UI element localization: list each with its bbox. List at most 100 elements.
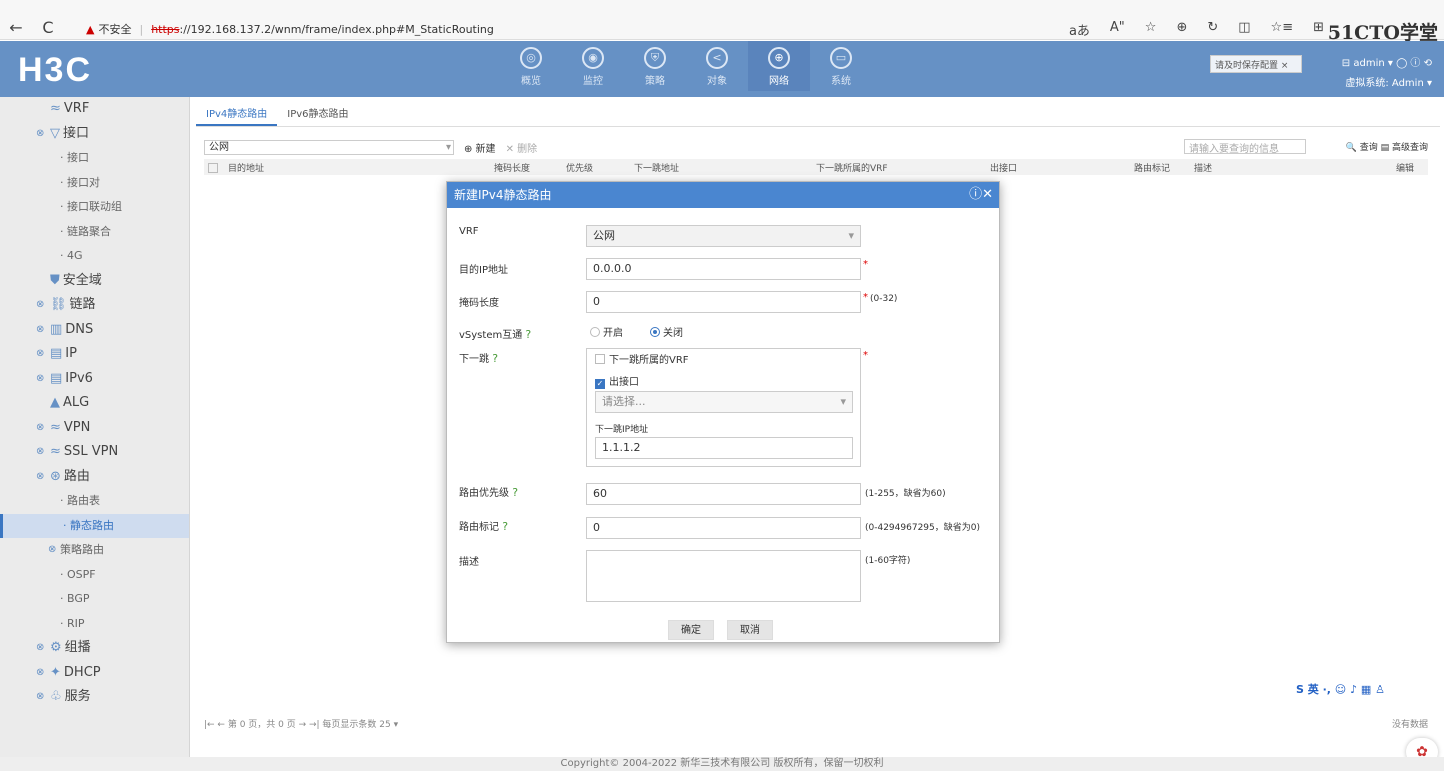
back-button[interactable]: ← [2,18,30,37]
help-icon[interactable]: ? [525,328,531,341]
expand-icon[interactable]: ⊗ [36,367,44,391]
sidebar-item[interactable]: ⊗ ♧ 服务 [0,685,189,710]
top-nav-item[interactable]: ◉ 监控 [562,47,624,91]
checkbox-label: 出接口 [609,377,639,388]
sidebar-item[interactable]: · 接口对 [0,171,189,196]
expand-icon[interactable]: ⊗ [36,293,44,317]
sidebar-item[interactable]: ⊗ ≈ VPN [0,416,189,441]
expand-icon[interactable]: ⊗ [48,538,56,562]
help-icon[interactable]: ? [492,352,498,365]
new-button[interactable]: ⊕ 新建 [464,140,496,155]
sidebar-item[interactable]: · RIP [0,612,189,637]
cancel-button[interactable]: 取消 [727,620,773,640]
vsystem-radio-off[interactable]: 关闭 [650,324,683,339]
reload-button[interactable]: C [34,18,62,37]
pagination[interactable]: |← ← 第 0 页，共 0 页 → →| 每页显示条数 25 ▾ [204,717,398,730]
vrf-field[interactable]: 公网 ▾ [586,225,861,247]
browser-icon[interactable]: aあ [1069,20,1090,39]
ime-toolbar[interactable]: S 英 ·, ☺ ♪ ▦ ♙ [1296,681,1385,697]
sidebar-item[interactable]: ⊗ ⚙ 组播 [0,636,189,661]
browser-icon[interactable]: A" [1110,20,1125,39]
address-bar[interactable]: ▲ 不安全 | https ://192.168.137.2/wnm/frame… [86,19,966,39]
column-header[interactable]: 描述 [1194,161,1212,174]
column-header[interactable]: 下一跳所属的VRF [816,161,888,174]
sidebar-item[interactable]: · 路由表 [0,489,189,514]
virtual-system-select[interactable]: 虚拟系统: Admin ▾ [1342,74,1432,94]
sidebar-item[interactable]: ⊗ ≈ SSL VPN [0,440,189,465]
user-area[interactable]: ⊟ admin ▾ ◯ ⓘ ⟲ 虚拟系统: Admin ▾ [1342,54,1432,94]
expand-icon[interactable]: ⊗ [36,416,44,440]
close-icon[interactable]: × [1281,61,1289,71]
expand-icon[interactable]: ⊗ [36,685,44,709]
help-icon[interactable]: ? [512,486,518,499]
expand-icon[interactable]: ⊗ [36,318,44,342]
vsystem-radio-on[interactable]: 开启 [590,324,623,339]
browser-icon[interactable]: ↻ [1207,20,1218,39]
column-header[interactable]: 路由标记 [1134,161,1170,174]
sidebar-item[interactable]: ⊗ ⛓ 链路 [0,293,189,318]
next-hop-vrf-checkbox[interactable]: 下一跳所属的VRF [595,351,689,366]
sidebar-item[interactable]: · BGP [0,587,189,612]
column-header[interactable]: 下一跳地址 [634,161,679,174]
user-menu[interactable]: ⊟ admin ▾ ◯ ⓘ ⟲ [1342,54,1432,74]
out-interface-checkbox[interactable]: ✓ 出接口 [595,373,639,389]
sidebar-item[interactable]: ⊗ ▤ IPv6 [0,367,189,392]
sidebar-item[interactable]: ⊗ ⊛ 路由 [0,465,189,490]
vsystem-label-text: vSystem互通 [459,330,523,341]
expand-icon[interactable]: ⊗ [36,440,44,464]
sidebar-item[interactable]: · 接口联动组 [0,195,189,220]
sidebar-item[interactable]: ⊗ ▥ DNS [0,318,189,343]
column-header[interactable]: 出接口 [990,161,1017,174]
top-nav-item[interactable]: ⛨ 策略 [624,47,686,91]
expand-icon[interactable]: ⊗ [36,342,44,366]
column-header[interactable]: 掩码长度 [494,161,530,174]
sidebar-item[interactable]: ▲ ALG [0,391,189,416]
search-input[interactable]: 请输入要查询的信息 [1184,139,1306,155]
column-header[interactable]: 优先级 [566,161,593,174]
save-reminder[interactable]: 请及时保存配置 × [1210,55,1302,73]
mask-length-field[interactable]: 0 [586,291,861,313]
sidebar-item[interactable]: ≈ VRF [0,97,189,122]
top-nav-item[interactable]: ▭ 系统 [810,47,872,91]
sidebar-item[interactable]: · 4G [0,244,189,269]
help-icon[interactable]: ? [502,520,508,533]
sidebar-item[interactable]: ⊗ ▽ 接口 [0,122,189,147]
browser-icon[interactable]: ⊕ [1176,20,1187,39]
next-hop-label-text: 下一跳 [459,354,489,365]
top-nav-item[interactable]: < 对象 [686,47,748,91]
sidebar-item[interactable]: ⊗ ✦ DHCP [0,661,189,686]
tab-ipv4-static-route[interactable]: IPv4静态路由 [196,103,278,126]
expand-icon[interactable]: ⊗ [36,465,44,489]
browser-icon[interactable]: ☆≡ [1271,20,1294,39]
vrf-select[interactable]: 公网 [204,139,454,155]
top-nav-item[interactable]: ⊕ 网络 [748,41,810,91]
dest-ip-field[interactable]: 0.0.0.0 [586,258,861,280]
route-tag-field[interactable]: 0 [586,517,861,539]
interface-select[interactable]: 请选择... ▾ [595,391,853,413]
expand-icon[interactable]: ⊗ [36,122,44,146]
close-icon[interactable]: ⓘ✕ [969,182,993,208]
next-hop-ip-field[interactable]: 1.1.1.2 [595,437,853,459]
top-nav-item[interactable]: ◎ 概览 [500,47,562,91]
sidebar-item[interactable]: ⛊ 安全域 [0,269,189,294]
sidebar-item[interactable]: · OSPF [0,563,189,588]
tab-ipv6-static-route[interactable]: IPv6静态路由 [277,103,358,126]
sidebar-item[interactable]: ⊗ ▤ IP [0,342,189,367]
sidebar-item[interactable]: · 静态路由 [0,513,189,538]
sidebar-item[interactable]: ⊗ 策略路由 [0,538,189,563]
expand-icon[interactable]: ⊗ [36,636,44,660]
delete-button[interactable]: ✕ 删除 [506,140,538,155]
search-button[interactable]: 🔍 查询 [1346,143,1378,153]
ok-button[interactable]: 确定 [668,620,714,640]
browser-icon[interactable]: ☆ [1145,20,1157,39]
priority-field[interactable]: 60 [586,483,861,505]
column-header[interactable]: 目的地址 [228,161,264,174]
sidebar-item[interactable]: · 链路聚合 [0,220,189,245]
advanced-search-button[interactable]: ▤ 高级查询 [1381,143,1428,153]
expand-icon[interactable]: ⊗ [36,661,44,685]
column-header[interactable]: 编辑 [1396,161,1414,174]
browser-icon[interactable]: ⊞ [1313,20,1324,39]
description-field[interactable] [586,550,861,602]
sidebar-item[interactable]: · 接口 [0,146,189,171]
browser-icon[interactable]: ◫ [1238,20,1250,39]
